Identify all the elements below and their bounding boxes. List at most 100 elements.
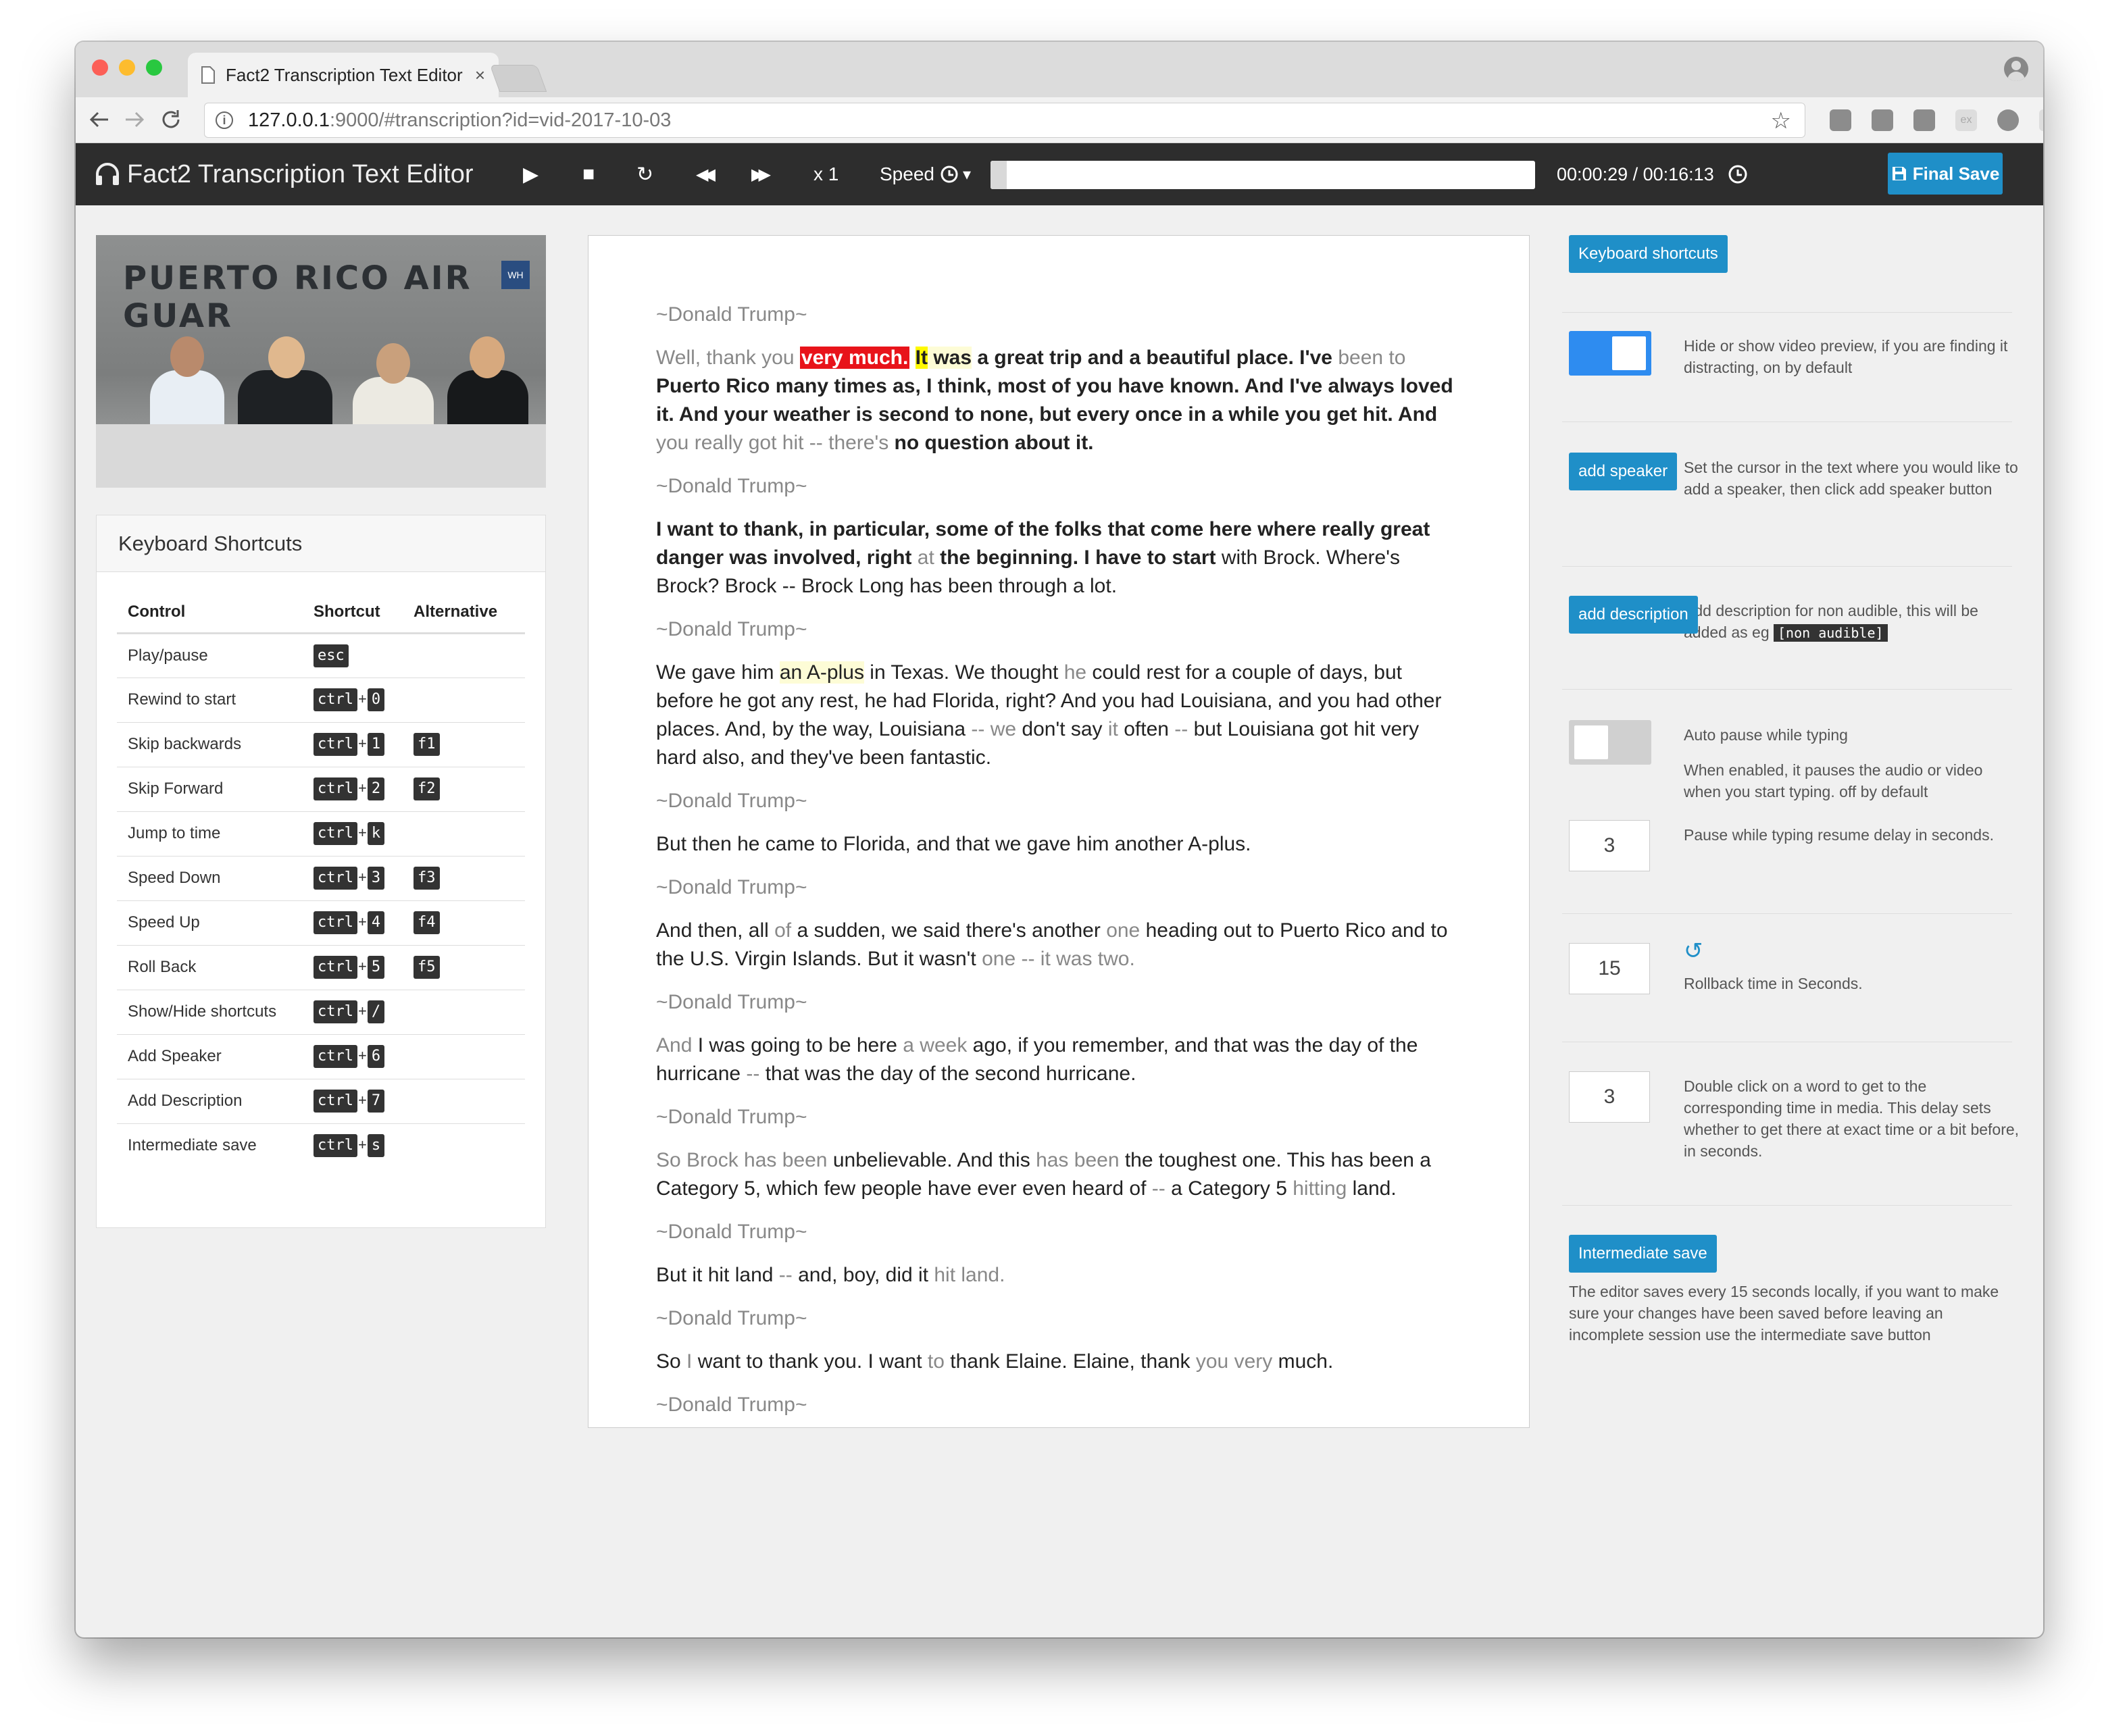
transcript-word-run[interactable]: thank Elaine. Elaine, thank — [945, 1350, 1196, 1373]
rewind-to-start-button[interactable]: ↻ — [636, 143, 653, 205]
add-description-button[interactable]: add description — [1569, 596, 1698, 634]
final-save-button[interactable]: Final Save — [1888, 153, 2003, 195]
transcript-paragraph[interactable]: So I want to thank you. I want to thank … — [656, 1348, 1461, 1376]
intermediate-save-button[interactable]: Intermediate save — [1569, 1235, 1717, 1273]
cast-icon[interactable] — [1830, 109, 1851, 131]
disabled-extension-icon[interactable] — [2039, 109, 2043, 131]
video-preview[interactable]: PUERTO RICO AIR GUAR WH — [96, 235, 546, 488]
transcript-word-run[interactable]: at — [911, 546, 934, 569]
transcript-paragraph[interactable]: And then, all of a sudden, we said there… — [656, 917, 1461, 973]
media-progress-bar[interactable] — [991, 161, 1535, 189]
stop-button[interactable]: ■ — [582, 143, 595, 205]
transcript-word-run[interactable]: And — [656, 1034, 692, 1056]
transcript-word-run[interactable]: hit land. — [934, 1264, 1005, 1286]
maximize-window-button[interactable] — [146, 59, 162, 76]
close-window-button[interactable] — [92, 59, 108, 76]
spy-extension-icon[interactable] — [1913, 109, 1935, 131]
speaker-label[interactable]: ~Donald Trump~ — [656, 1304, 1461, 1333]
add-speaker-button[interactable]: add speaker — [1569, 453, 1678, 490]
extension-icon[interactable] — [1872, 109, 1893, 131]
transcript-word-run[interactable]: Puerto Rico many times as, I think, most… — [656, 375, 1453, 426]
transcript-word-run[interactable]: much. — [1272, 1350, 1334, 1373]
transcript-word-run[interactable]: But it hit land — [656, 1264, 779, 1286]
transcript-word-run[interactable]: of — [774, 919, 791, 942]
transcript-word-run[interactable]: a week — [903, 1034, 967, 1056]
transcript-word-run[interactable]: to — [928, 1350, 945, 1373]
transcript-word-run[interactable]: land. — [1347, 1177, 1397, 1200]
transcript-word-run[interactable]: -- — [1152, 1177, 1166, 1200]
transcript-word-run[interactable]: -- — [746, 1063, 759, 1085]
double-click-delay-input[interactable]: 3 — [1569, 1071, 1650, 1123]
speaker-label[interactable]: ~Donald Trump~ — [656, 787, 1461, 815]
speaker-label[interactable]: ~Donald Trump~ — [656, 1218, 1461, 1246]
speaker-label[interactable]: ~Donald Trump~ — [656, 1103, 1461, 1131]
transcript-paragraph[interactable]: So Brock has been unbelievable. And this… — [656, 1146, 1461, 1203]
forward-icon[interactable] — [123, 108, 146, 131]
transcript-paragraph[interactable]: And I was going to be here a week ago, i… — [656, 1031, 1461, 1088]
skip-backward-button[interactable]: ◀◀ — [696, 143, 716, 205]
speaker-label[interactable]: ~Donald Trump~ — [656, 615, 1461, 644]
transcript-paragraph[interactable]: But it hit land -- and, boy, did it hit … — [656, 1261, 1461, 1290]
transcript-word-run[interactable]: been to — [1332, 347, 1405, 369]
play-button[interactable]: ▶ — [523, 143, 538, 205]
transcript-word-run[interactable]: has been — [1036, 1149, 1119, 1171]
transcript-word-run[interactable]: it — [1108, 718, 1118, 740]
reload-icon[interactable] — [159, 108, 182, 131]
transcript-word-run[interactable]: a Category 5 — [1166, 1177, 1293, 1200]
transcript-word-run[interactable]: And then, all — [656, 919, 774, 942]
transcript-word-run[interactable]: Well, thank you — [656, 347, 800, 369]
info-icon[interactable]: i — [216, 111, 233, 129]
transcript-paragraph[interactable]: I want to thank, in particular, some of … — [656, 515, 1461, 601]
transcript-word-run[interactable]: was — [927, 347, 972, 369]
transcript-word-run[interactable]: -- — [779, 1264, 793, 1286]
browser-tab[interactable]: Fact2 Transcription Text Editor × — [188, 53, 499, 97]
transcript-word-run[interactable]: no question about it. — [888, 432, 1094, 454]
transcript-word-run[interactable]: you very — [1196, 1350, 1272, 1373]
auto-pause-toggle[interactable] — [1569, 720, 1651, 765]
transcript-word-run[interactable]: a great trip and a beautiful place. I've — [972, 347, 1332, 369]
tab-close-icon[interactable]: × — [475, 65, 485, 86]
jump-to-time-icon[interactable] — [1727, 163, 1749, 185]
video-preview-toggle[interactable] — [1569, 331, 1651, 376]
transcript-word-run[interactable]: very much. — [799, 347, 910, 369]
transcript-word-run[interactable]: a sudden, we said there's another — [791, 919, 1106, 942]
bookmark-star-icon[interactable]: ☆ — [1771, 107, 1791, 134]
transcript-word-run[interactable]: one — [1106, 919, 1140, 942]
transcript-word-run[interactable]: don't say — [1016, 718, 1108, 740]
transcript-word-run[interactable]: want to thank you. I want — [692, 1350, 928, 1373]
rollback-time-input[interactable]: 15 — [1569, 943, 1650, 994]
transcript-word-run[interactable]: -- — [1174, 718, 1188, 740]
transcript-paragraph[interactable]: Well, thank you very much. It was a grea… — [656, 344, 1461, 457]
transcript-word-run[interactable]: an A-plus — [779, 661, 864, 684]
transcript-word-run[interactable]: We gave him — [656, 661, 780, 684]
transcript-word-run[interactable]: So Brock has been — [656, 1149, 828, 1171]
transcript-word-run[interactable]: -- we — [971, 718, 1016, 740]
transcript-word-run[interactable]: But then he came to Florida, and that we… — [656, 833, 1251, 855]
transcript-word-run[interactable]: that was the day of the second hurricane… — [759, 1063, 1136, 1085]
speed-dropdown[interactable]: Speed ▾ — [880, 143, 971, 205]
skip-forward-button[interactable]: ▶▶ — [751, 143, 771, 205]
transcript-word-run[interactable]: one -- it was two. — [982, 948, 1135, 970]
transcript-word-run[interactable]: you really got hit -- there's — [656, 432, 888, 454]
transcript-word-run[interactable]: he — [1064, 661, 1086, 684]
transcript-paragraph[interactable]: We gave him an A-plus in Texas. We thoug… — [656, 659, 1461, 772]
speaker-label[interactable]: ~Donald Trump~ — [656, 1391, 1461, 1419]
transcript-word-run[interactable]: So — [656, 1350, 686, 1373]
back-icon[interactable] — [88, 108, 111, 131]
url-input[interactable]: i 127.0.0.1:9000/#transcription?id=vid-2… — [204, 103, 1805, 138]
transcript-word-run[interactable] — [909, 347, 915, 369]
keyboard-shortcuts-button[interactable]: Keyboard shortcuts — [1569, 235, 1728, 273]
transcript-paragraph[interactable]: But then he came to Florida, and that we… — [656, 830, 1461, 859]
transcript-word-run[interactable]: in Texas. We thought — [864, 661, 1064, 684]
minimize-window-button[interactable] — [119, 59, 135, 76]
transcript-word-run[interactable]: unbelievable. And this — [828, 1149, 1036, 1171]
speaker-label[interactable]: ~Donald Trump~ — [656, 472, 1461, 501]
transcript-word-run[interactable]: It — [915, 347, 928, 369]
ex-extension-icon[interactable]: ex — [1955, 109, 1977, 131]
speaker-label[interactable]: ~Donald Trump~ — [656, 988, 1461, 1017]
transcript-editor[interactable]: ~Donald Trump~ Well, thank you very much.… — [588, 235, 1530, 1428]
new-tab-button[interactable] — [489, 65, 547, 92]
transcript-word-run[interactable]: hitting — [1293, 1177, 1347, 1200]
pause-delay-input[interactable]: 3 — [1569, 820, 1650, 871]
transcript-word-run[interactable]: and, boy, did it — [793, 1264, 934, 1286]
